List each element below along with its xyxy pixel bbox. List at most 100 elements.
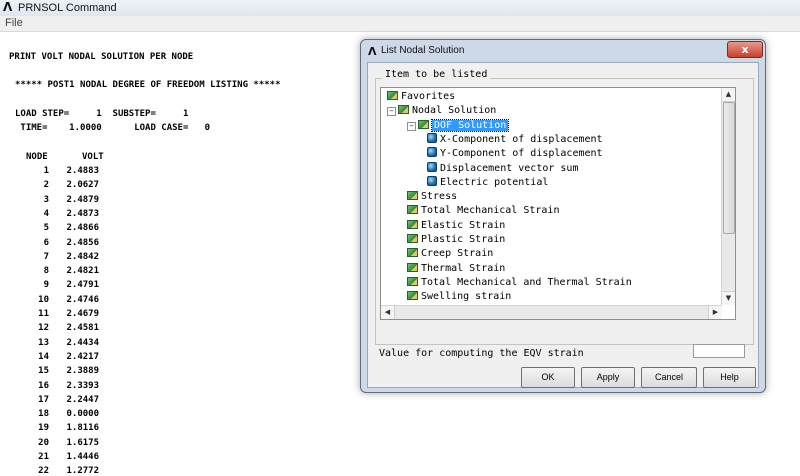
folder-open-icon [418,119,429,129]
tree-item[interactable]: Creep Strain [407,247,493,261]
volt-value: 2.4679 [66,309,99,319]
tree-item[interactable]: Stress [407,190,457,204]
tree-item[interactable]: − Nodal Solution [387,104,496,118]
tree-item-label: Electric potential [440,176,549,188]
volt-value: 2.4217 [66,351,99,362]
volt-value: 2.0627 [66,180,99,191]
scroll-thumb[interactable] [723,102,735,234]
dialog-body: Item to be listed Favorites − Nodal Soluti… [367,62,759,388]
folder-icon [407,191,418,201]
tree-item[interactable]: Displacement vector sum [427,161,579,176]
tree-item[interactable]: Elastic Strain [407,219,505,233]
volt-value: 1.6175 [66,437,99,448]
tree-item-label: Favorites [401,91,456,102]
tree-item-label: Plastic Strain [421,234,506,245]
volt-value: 2.4581 [66,323,99,334]
help-button[interactable]: Help [703,367,756,388]
volt-value: 1.4446 [66,452,99,462]
tree-horizontal-scrollbar[interactable]: ◀ ▶ [381,305,722,319]
tree-item-label: DOF Solution [430,118,510,132]
folder-icon [407,234,418,243]
tree-item-label: Displacement vector sum [440,162,579,174]
gem-icon [427,132,437,143]
tree-item-label: Creep Strain [421,248,494,260]
column-header-node: NODE [26,152,48,162]
listing-heading: PRINT VOLT NODAL SOLUTION PER NODE [9,52,194,62]
tree-item[interactable]: Total Mechanical Strain [407,204,559,218]
tree-item-label: Elastic Strain [421,219,506,231]
ok-button[interactable]: OK [521,367,575,388]
solution-tree[interactable]: Favorites − Nodal Solution − DOF Solution X-C… [380,87,736,320]
ansys-logo-icon: Λ [368,45,377,58]
volt-value: 2.4434 [66,337,99,348]
volt-value: 2.3393 [66,380,99,391]
volt-value: 1.8116 [66,423,99,434]
folder-icon [407,291,418,301]
ansys-logo-icon: Λ [3,0,13,14]
folder-icon [407,262,418,272]
tree-item[interactable]: Thermal Strain [407,262,505,276]
tree-item-label: Total Mechanical and Thermal Strain [421,276,632,288]
folder-icon [407,248,418,258]
volt-value: 2.4866 [66,223,99,234]
group-label: Item to be listed [382,69,491,80]
tree-item-label: Swelling strain [421,291,512,303]
tree-item[interactable]: Total Mechanical and Thermal Strain [407,276,632,290]
volt-value: 2.4856 [66,237,99,248]
scroll-left-arrow-icon[interactable]: ◀ [381,306,395,319]
folder-icon [407,276,418,286]
tree-item[interactable]: Electric potential [427,175,549,190]
listing-banner: ***** POST1 NODAL DEGREE OF FREEDOM LIST… [15,80,281,90]
volt-value: 2.4883 [66,166,99,176]
tree-item[interactable]: Swelling strain [407,290,511,304]
volt-value: 1.2772 [66,466,99,476]
tree-vertical-scrollbar[interactable]: ▲ ▼ [721,88,735,305]
volt-value: 2.3889 [66,366,99,377]
gem-icon [427,161,437,172]
menu-bar: File [0,16,800,32]
load-step-line: LOAD STEP= 1 SUBSTEP= 1 [15,109,189,119]
tree-item-label: X-Component of displacement [440,133,603,145]
apply-button[interactable]: Apply [581,367,635,388]
eqv-strain-label: Value for computing the EQV strain [379,348,584,359]
tree-item[interactable]: Plastic Strain [407,233,505,247]
column-header-volt: VOLT [82,152,104,162]
scroll-down-arrow-icon[interactable]: ▼ [722,291,735,305]
volt-value: 0.0000 [66,409,99,420]
tree-item-label: Stress [421,191,458,203]
scroll-up-arrow-icon[interactable]: ▲ [722,88,735,102]
tree-item[interactable]: Y-Component of displacement [427,147,603,161]
tree-item[interactable]: − DOF Solution [407,118,510,133]
volt-value: 2.4821 [66,266,99,277]
folder-icon [387,91,398,100]
time-line: TIME= 1.0000 LOAD CASE= 0 [15,123,211,133]
volt-value: 2.2447 [66,394,99,405]
tree-item-label: Total Mechanical Strain [421,205,560,217]
close-button[interactable]: x [727,41,763,58]
dialog-titlebar: Λ List Nodal Solution x [361,40,765,62]
volt-value: 2.4791 [66,280,99,291]
volt-value: 2.4873 [66,208,99,219]
volt-value: 2.4746 [66,294,99,305]
folder-open-icon [398,105,409,115]
tree-item[interactable]: X-Component of displacement [427,132,603,147]
scroll-right-arrow-icon[interactable]: ▶ [708,306,722,319]
eqv-strain-input[interactable] [693,344,745,358]
collapse-icon[interactable]: − [407,121,416,131]
volt-value: 2.4879 [66,194,99,205]
tree-item-label: Thermal Strain [421,262,506,274]
window-titlebar: Λ PRNSOL Command [0,0,800,17]
volt-value: 2.4842 [66,251,99,262]
collapse-icon[interactable]: − [387,107,396,117]
tree-item[interactable]: Favorites [387,90,455,104]
gem-icon [427,147,437,158]
folder-icon [407,205,418,215]
window-title: PRNSOL Command [18,2,117,14]
list-nodal-solution-dialog: Λ List Nodal Solution x Item to be liste… [360,39,766,393]
menu-file[interactable]: File [5,17,23,29]
folder-icon [407,219,418,229]
tree-item-label: Y-Component of displacement [440,148,603,160]
tree-item-label: Nodal Solution [412,105,497,117]
cancel-button[interactable]: Cancel [641,367,697,388]
gem-icon [427,175,437,186]
